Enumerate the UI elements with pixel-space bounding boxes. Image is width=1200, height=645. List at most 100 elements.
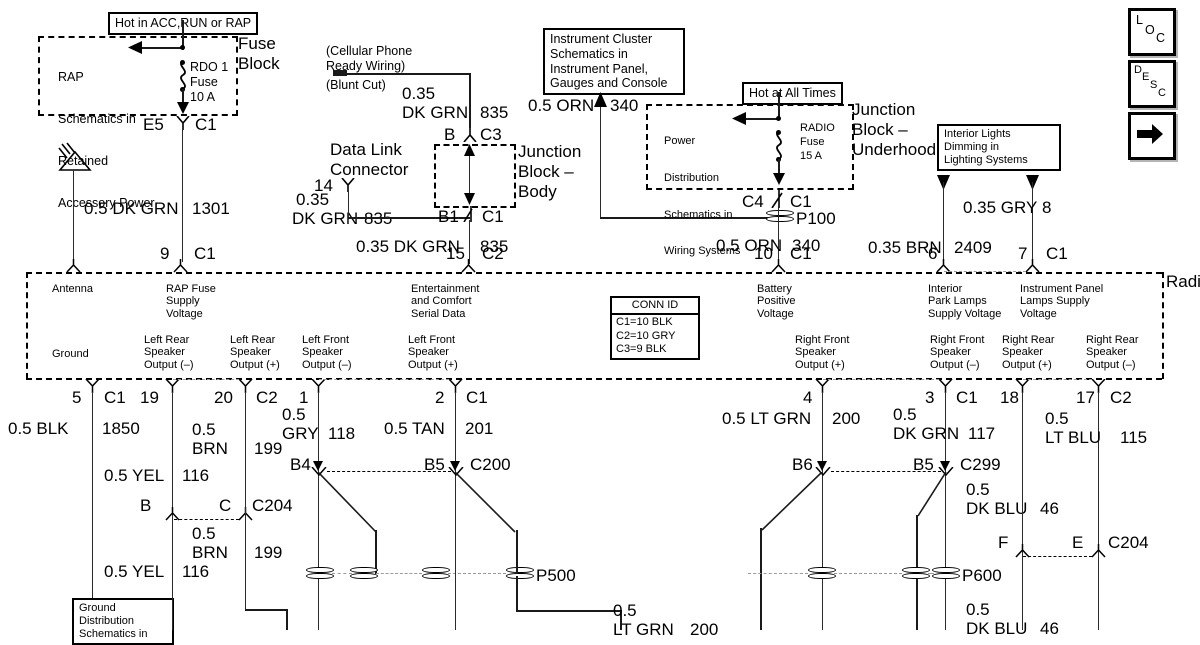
- wire-8-gry-line: [1032, 182, 1034, 262]
- radio-pin-2-number: 2: [435, 388, 445, 407]
- splice-right-1-icon: [808, 567, 836, 579]
- wire-115-gauge-l1: 0.5: [1045, 409, 1069, 428]
- rdo1-fuse-name: RDO 1: [190, 60, 229, 74]
- jb-body-in-conn: C3: [480, 125, 502, 144]
- jbu-junction-dot-top: [776, 116, 781, 121]
- wire-200-circuit: 200: [832, 409, 861, 428]
- radio-pin-7-label: Instrument Panel Lamps Supply Voltage: [1020, 283, 1104, 320]
- radio-pin-4-number: 4: [803, 388, 813, 407]
- radio-pin-17-label: Right Rear Speaker Output (–): [1086, 334, 1139, 371]
- wire-46-lower-gauge-l1: 0.5: [966, 600, 990, 619]
- connector-c200-b4-arrow-icon: [313, 461, 323, 471]
- gd-ref-l2: Distribution: [79, 614, 135, 627]
- wire-835-c3-gauge-l1: 0.35: [402, 84, 436, 103]
- wire-200-gauge: 0.5 LT GRN: [722, 409, 812, 428]
- radio-pin-19-number: 19: [140, 388, 159, 407]
- instrument-cluster-arrow-icon: [594, 92, 607, 107]
- cellular-phone-note-l1: (Cellular Phone: [326, 44, 413, 58]
- fuse-block-title-line2: Block: [238, 54, 280, 73]
- jb-body-out-pin: B1: [438, 207, 459, 226]
- radio-pin-18-number: 18: [1000, 388, 1019, 407]
- wire-116-yel-lower-gauge: 0.5 YEL: [104, 562, 165, 581]
- jbu-out-arrow-icon: [773, 173, 785, 185]
- radio-pin-17-conn: C2: [1110, 388, 1132, 407]
- connector-pin3-icon: [938, 379, 953, 393]
- next-arrow-button[interactable]: [1128, 112, 1176, 160]
- wire-2409-circuit: 2409: [954, 238, 992, 257]
- ic-ref-l2: Schematics in: [550, 46, 628, 61]
- connector-c200-b5-arrow-icon: [450, 461, 460, 471]
- wire-1301-circuit: 1301: [192, 199, 230, 218]
- wire-8-gry-gauge: 0.35 GRY: [963, 198, 1038, 217]
- wire-46-upper-circuit: 46: [1040, 499, 1059, 518]
- radio-pin-19-label: Left Rear Speaker Output (–): [144, 334, 194, 371]
- wire-1301-line: [182, 130, 184, 262]
- pin4-pin3-group-line: [823, 379, 939, 380]
- connector-c204-e-icon: [1091, 544, 1106, 558]
- gd-ref-l1: Ground: [79, 602, 116, 614]
- splice-left-1-icon: [306, 567, 334, 579]
- jb-body-title-l1: Junction: [518, 142, 582, 161]
- data-link-connector-label-l2: Connector: [330, 160, 409, 179]
- radio-pin-10-label: Battery Positive Voltage: [757, 283, 796, 320]
- ic-ref-l3: Instrument Panel,: [550, 61, 648, 76]
- c204-bc-group-line: [174, 519, 239, 520]
- jb-body-title-l3: Body: [518, 182, 557, 201]
- conn-c299-b5-conn: C299: [960, 455, 1001, 474]
- wire-199-brn-line: [245, 392, 247, 610]
- splice-link-2: [376, 573, 422, 574]
- radio-pin-5-label: Ground: [52, 348, 89, 360]
- radio-fuse-word: Fuse: [800, 136, 825, 148]
- connector-pin19-icon: [165, 379, 180, 393]
- ic-ref-l1: Instrument Cluster: [550, 32, 653, 46]
- loc-button[interactable]: L O C: [1128, 8, 1176, 56]
- instrument-cluster-ref-box: Instrument Cluster Schematics in Instrum…: [543, 28, 685, 95]
- wire-835-c1-gauge: 0.35 DK GRN: [356, 237, 460, 256]
- radio-pin-6-label: Interior Park Lamps Supply Voltage: [928, 283, 1002, 320]
- wire-2409-line: [943, 182, 945, 262]
- radio-pin-3-label: Right Front Speaker Output (–): [930, 334, 985, 371]
- desc-char-s: S: [1150, 79, 1158, 91]
- wire-199-brn-lower-gauge-l1: 0.5: [192, 524, 216, 543]
- desc-char-c: C: [1158, 87, 1166, 99]
- wire-46-lower-gauge-l2: DK BLU: [966, 619, 1028, 638]
- loc-char-c: C: [1156, 31, 1166, 45]
- jbu-title-l3: Underhood: [852, 140, 937, 159]
- splice-link-1: [332, 573, 352, 574]
- wire-340-circuit: 340: [610, 96, 639, 115]
- radio-pin-7-conn: C1: [1046, 244, 1068, 263]
- dlc-drop-line: [348, 190, 350, 218]
- jb-body-up-arrow-icon: [464, 144, 475, 156]
- wire-200-branch-vline: [760, 528, 762, 630]
- wire-199-brn-upper-gauge-l1: 0.5: [192, 420, 216, 439]
- desc-char-d: D: [1134, 64, 1142, 76]
- pin1-pin2-group-line: [319, 379, 449, 380]
- radio-fuse-icon: [776, 131, 782, 159]
- jbu-title-l1: Junction: [852, 100, 916, 119]
- conn-c204-c-conn: C204: [252, 496, 293, 515]
- wire-1850-circuit: 1850: [102, 419, 140, 438]
- wire-118-gry-gauge-l1: 0.5: [282, 405, 306, 424]
- splice-left-2-icon: [350, 567, 378, 579]
- wire-115-circuit: 115: [1120, 428, 1148, 447]
- wire-116-yel-upper-circuit: 116: [182, 466, 210, 485]
- fuse-block-title-line1: Fuse: [238, 34, 276, 53]
- wire-340-gauge: 0.5 ORN: [528, 96, 595, 115]
- wire-201-branch-diagonal: [455, 472, 516, 533]
- wire-200-branch-diagonal: [762, 472, 823, 531]
- blunt-cut-wire-line: [333, 73, 470, 75]
- wire-199-brn-upper-circuit: 199: [254, 439, 283, 458]
- c204-fe-group-line: [1023, 556, 1092, 557]
- blunt-cut-note: (Blunt Cut): [326, 78, 386, 92]
- connector-c299-b5-arrow-icon: [940, 461, 950, 471]
- desc-button[interactable]: D E S C: [1128, 60, 1176, 108]
- radio-pin-9-number: 9: [160, 244, 170, 263]
- fuse-block-out-conn: C1: [195, 115, 217, 134]
- wire-200-lower-gauge-l1: 0.5: [613, 601, 637, 620]
- wire-116-yel-lower-circuit: 116: [182, 562, 210, 581]
- connector-pin2-icon: [448, 379, 463, 393]
- connector-pin9-icon: [173, 259, 188, 273]
- conn-id-row-1: C2=10 GRY: [616, 329, 676, 342]
- wire-199-brn-jog-down: [286, 609, 288, 630]
- conn-c204-b-pin: B: [140, 496, 152, 515]
